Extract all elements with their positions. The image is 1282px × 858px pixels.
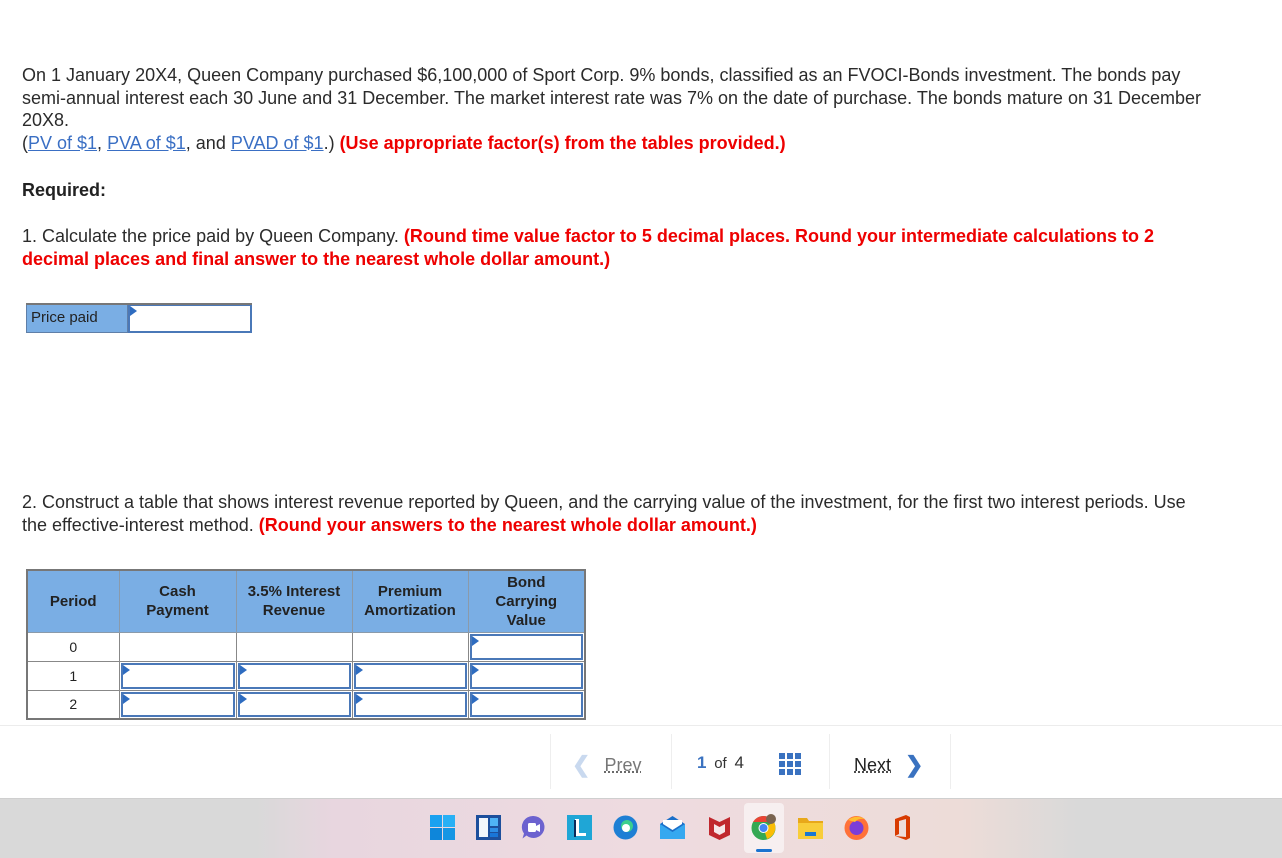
- mcafee-icon[interactable]: [706, 814, 733, 841]
- next-label: Next: [854, 754, 892, 775]
- cash-payment-input[interactable]: [120, 691, 235, 717]
- table-row: 1: [26, 660, 586, 691]
- input-flag-icon: [471, 693, 479, 704]
- cash-payment-input[interactable]: [120, 662, 235, 689]
- carrying-value-input[interactable]: [469, 691, 583, 717]
- prev-button[interactable]: ❮ Prev: [572, 752, 641, 778]
- chrome-icon[interactable]: [750, 814, 777, 841]
- file-explorer-icon[interactable]: [797, 814, 824, 841]
- cash-payment-cell: [118, 660, 237, 691]
- input-flag-icon: [355, 664, 363, 675]
- teams-chat-icon[interactable]: [520, 814, 547, 841]
- total-pages: 4: [734, 753, 744, 772]
- question-1-text: 1. Calculate the price paid by Queen Com…: [22, 226, 404, 246]
- problem-intro: On 1 January 20X4, Queen Company purchas…: [22, 65, 1202, 130]
- question-2-instruction: (Round your answers to the nearest whole…: [258, 514, 757, 535]
- interest-revenue-input[interactable]: [237, 691, 351, 717]
- carrying-value-input[interactable]: [469, 662, 583, 689]
- input-flag-icon: [239, 664, 247, 675]
- premium-amortization-cell: [351, 660, 469, 691]
- interest-revenue-cell: [235, 689, 353, 720]
- edge-icon[interactable]: [612, 814, 639, 841]
- windows-start-icon[interactable]: [429, 814, 456, 841]
- separator: [950, 734, 951, 789]
- input-flag-icon: [130, 306, 137, 316]
- input-flag-icon: [239, 693, 247, 704]
- carrying-value-cell: [467, 689, 586, 720]
- table-row: 0: [26, 631, 586, 662]
- factor-table-links: (PV of $1, PVA of $1, and PVAD of $1.) (…: [22, 132, 1202, 155]
- premium-amortization-input[interactable]: [353, 662, 467, 689]
- header-period: Period: [26, 569, 120, 633]
- input-flag-icon: [122, 693, 130, 704]
- required-heading: Required:: [22, 180, 107, 200]
- grid-view-icon[interactable]: [779, 753, 802, 775]
- price-paid-input[interactable]: [128, 305, 252, 333]
- input-flag-icon: [355, 693, 363, 704]
- interest-revenue-cell: [235, 660, 353, 691]
- pv-of-1-link[interactable]: PV of $1: [28, 133, 97, 153]
- chevron-right-icon: ❯: [905, 752, 924, 777]
- period-cell: 0: [26, 631, 120, 662]
- separator: [671, 734, 672, 789]
- page-indicator: 1 of 4: [697, 753, 744, 773]
- empty-cell: [351, 631, 469, 662]
- pvad-of-1-link[interactable]: PVAD of $1: [231, 133, 324, 153]
- separator: [829, 734, 830, 789]
- table-header-row: Period Cash Payment 3.5% Interest Revenue …: [26, 569, 586, 633]
- input-flag-icon: [122, 664, 130, 675]
- header-premium-amortization: Premium Amortization: [351, 569, 469, 633]
- amortization-table: Period Cash Payment 3.5% Interest Revenue …: [26, 569, 586, 720]
- interest-revenue-input[interactable]: [237, 662, 351, 689]
- next-button[interactable]: Next ❯: [854, 752, 923, 778]
- question-1: 1. Calculate the price paid by Queen Com…: [22, 225, 1192, 270]
- price-paid-row: Price paid: [26, 303, 252, 333]
- period-cell: 2: [26, 689, 120, 720]
- windows-taskbar: [0, 798, 1282, 858]
- input-flag-icon: [471, 635, 479, 646]
- pagination-bar: ❮ Prev 1 of 4 Next ❯: [0, 726, 1282, 798]
- question-content: On 1 January 20X4, Queen Company purchas…: [22, 64, 1202, 535]
- premium-amortization-cell: [351, 689, 469, 720]
- period-cell: 1: [26, 660, 120, 691]
- input-flag-icon: [471, 664, 479, 675]
- l-app-icon[interactable]: [566, 814, 593, 841]
- mail-icon[interactable]: [659, 814, 686, 841]
- chevron-left-icon: ❮: [572, 752, 591, 777]
- factor-instruction: (Use appropriate factor(s) from the tabl…: [339, 132, 786, 153]
- cash-payment-cell: [118, 689, 237, 720]
- separator: ,: [97, 132, 108, 153]
- separator: , and: [185, 132, 231, 153]
- pva-of-1-link[interactable]: PVA of $1: [107, 133, 186, 153]
- paren: .): [323, 132, 340, 153]
- separator: [550, 734, 551, 789]
- active-indicator: [756, 849, 772, 852]
- carrying-value-cell: [467, 660, 586, 691]
- widgets-icon[interactable]: [475, 814, 502, 841]
- header-bond-carrying-value: Bond Carrying Value: [467, 569, 586, 633]
- firefox-icon[interactable]: [843, 814, 870, 841]
- price-paid-label: Price paid: [26, 305, 128, 333]
- carrying-value-cell: [467, 631, 586, 662]
- empty-cell: [118, 631, 237, 662]
- premium-amortization-input[interactable]: [353, 691, 467, 717]
- question-2: 2. Construct a table that shows interest…: [22, 491, 1192, 536]
- current-page: 1: [697, 753, 707, 772]
- header-cash-payment: Cash Payment: [118, 569, 237, 633]
- prev-label: Prev: [604, 754, 642, 775]
- of-label: of: [714, 755, 727, 772]
- header-interest-revenue: 3.5% Interest Revenue: [235, 569, 353, 633]
- office-icon[interactable]: [889, 814, 916, 841]
- carrying-value-input[interactable]: [469, 633, 583, 660]
- empty-cell: [235, 631, 353, 662]
- table-row: 2: [26, 689, 586, 720]
